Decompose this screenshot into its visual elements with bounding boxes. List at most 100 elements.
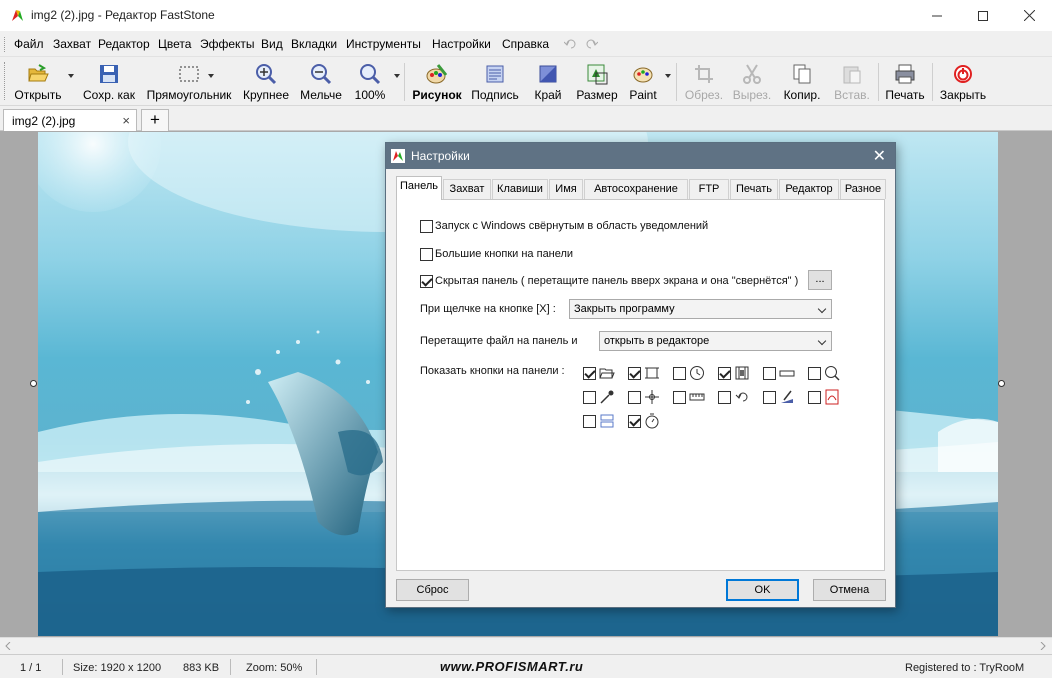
- hidden-panel-label: Скрытая панель ( перетащите панель вверх…: [435, 275, 799, 287]
- menu-effects[interactable]: Эффекты: [200, 37, 255, 51]
- print-button[interactable]: Печать: [882, 61, 928, 105]
- tab-hotkeys[interactable]: Клавиши: [492, 179, 548, 199]
- tab-img2-label: img2 (2).jpg: [12, 114, 76, 128]
- settings-dialog: Настройки ✕ Панель Захват Клавиши Имя Ав…: [385, 142, 896, 608]
- menu-help[interactable]: Справка: [502, 37, 549, 51]
- maximize-icon: [978, 10, 988, 21]
- show-draw-checkbox[interactable]: [763, 391, 776, 404]
- maximize-button[interactable]: [960, 0, 1006, 31]
- show-ruler-bar-checkbox[interactable]: [763, 367, 776, 380]
- ok-button[interactable]: OK: [726, 579, 799, 601]
- resize-handle-right[interactable]: [998, 380, 1005, 387]
- show-ruler-checkbox[interactable]: [673, 391, 686, 404]
- scroll-right-icon[interactable]: [1040, 642, 1046, 650]
- ruler-bar-icon: [779, 370, 795, 377]
- show-magnifier-checkbox[interactable]: [808, 367, 821, 380]
- zoom-in-button[interactable]: Крупнее: [240, 61, 292, 105]
- drag-file-select[interactable]: открыть в редакторе: [599, 331, 832, 351]
- cut-button[interactable]: Вырез.: [730, 61, 774, 105]
- dialog-title-bar[interactable]: Настройки ✕: [386, 143, 895, 169]
- show-crosshair-checkbox[interactable]: [628, 391, 641, 404]
- toolbar: Открыть Сохр. как Прямоугольник Крупнее …: [0, 57, 1052, 106]
- floppy-disk-icon: [100, 65, 118, 83]
- save-as-button[interactable]: Сохр. как: [80, 61, 138, 105]
- menu-editor[interactable]: Редактор: [98, 37, 150, 51]
- show-open-checkbox[interactable]: [583, 367, 596, 380]
- show-timer-checkbox[interactable]: [628, 415, 641, 428]
- tab-autosave[interactable]: Автосохранение: [584, 179, 688, 199]
- show-undo-checkbox[interactable]: [718, 391, 731, 404]
- status-registered: Registered to : TryRooM: [905, 662, 1025, 674]
- tab-editor[interactable]: Редактор: [779, 179, 839, 199]
- hidden-panel-more-button[interactable]: ...: [808, 270, 832, 290]
- tab-ftp[interactable]: FTP: [689, 179, 729, 199]
- status-separator: [230, 659, 231, 675]
- zoom-out-button[interactable]: Мельче: [296, 61, 346, 105]
- paint-button[interactable]: Paint: [624, 61, 662, 105]
- show-clock-checkbox[interactable]: [673, 367, 686, 380]
- tab-misc[interactable]: Разное: [840, 179, 886, 199]
- menu-colors[interactable]: Цвета: [158, 37, 191, 51]
- paint-dropdown-arrow[interactable]: [665, 74, 671, 78]
- tab-name[interactable]: Имя: [549, 179, 583, 199]
- tab-panel[interactable]: Панель: [396, 176, 442, 200]
- caption-button[interactable]: Подпись: [468, 61, 522, 105]
- paste-label: Встав.: [834, 88, 870, 102]
- tab-capture[interactable]: Захват: [443, 179, 491, 199]
- rectangle-dropdown-arrow[interactable]: [208, 74, 214, 78]
- draw-button[interactable]: Рисунок: [410, 61, 464, 105]
- show-pdf-checkbox[interactable]: [808, 391, 821, 404]
- menu-capture[interactable]: Захват: [53, 37, 91, 51]
- redo-icon[interactable]: [586, 39, 598, 49]
- rectangle-select-icon: [179, 66, 199, 82]
- close-button[interactable]: [1006, 0, 1052, 31]
- show-rect-capture-checkbox[interactable]: [628, 367, 641, 380]
- start-minimized-checkbox[interactable]: [420, 220, 433, 233]
- big-buttons-checkbox[interactable]: [420, 248, 433, 261]
- paste-icon: [843, 66, 861, 84]
- horizontal-scrollbar[interactable]: [0, 637, 1052, 654]
- on-x-click-label: При щелчке на кнопке [X] :: [420, 303, 556, 315]
- zoom-dropdown-arrow[interactable]: [394, 74, 400, 78]
- menu-settings[interactable]: Настройки: [432, 37, 491, 51]
- menu-file[interactable]: Файл: [14, 37, 44, 51]
- show-film-checkbox[interactable]: [718, 367, 731, 380]
- dialog-close-icon[interactable]: ✕: [873, 146, 886, 166]
- copy-button[interactable]: Копир.: [780, 61, 824, 105]
- resize-label: Размер: [576, 88, 618, 102]
- zoom-out-icon: [311, 64, 332, 85]
- rectangle-select-button[interactable]: Прямоугольник: [142, 61, 236, 105]
- resize-button[interactable]: Размер: [574, 61, 620, 105]
- show-color-picker-checkbox[interactable]: [583, 391, 596, 404]
- clock-icon: [690, 366, 704, 380]
- zoom-out-label: Мельче: [300, 88, 342, 102]
- color-picker-icon: [600, 390, 614, 404]
- minimize-button[interactable]: [914, 0, 960, 31]
- paste-button[interactable]: Встав.: [830, 61, 874, 105]
- add-tab-button[interactable]: +: [141, 109, 169, 131]
- scroll-left-icon[interactable]: [5, 642, 11, 650]
- window-title: img2 (2).jpg - Редактор FastStone: [31, 8, 215, 22]
- hidden-panel-checkbox[interactable]: [420, 275, 433, 288]
- edge-button[interactable]: Край: [528, 61, 568, 105]
- zoom-100-button[interactable]: 100%: [350, 61, 390, 105]
- crop-button[interactable]: Обрез.: [682, 61, 726, 105]
- show-layout-checkbox[interactable]: [583, 415, 596, 428]
- print-label: Печать: [885, 88, 925, 102]
- menu-view[interactable]: Вид: [261, 37, 283, 51]
- reset-button[interactable]: Сброс: [396, 579, 469, 601]
- on-x-click-select[interactable]: Закрыть программу: [569, 299, 832, 319]
- tab-close-icon[interactable]: ×: [122, 113, 130, 128]
- cancel-button[interactable]: Отмена: [813, 579, 886, 601]
- menu-tools[interactable]: Инструменты: [346, 37, 421, 51]
- tab-print[interactable]: Печать: [730, 179, 778, 199]
- close-app-button[interactable]: Закрыть: [936, 61, 990, 105]
- tab-img2[interactable]: img2 (2).jpg ×: [3, 109, 137, 131]
- rectangle-label: Прямоугольник: [146, 88, 232, 102]
- menu-tabs[interactable]: Вкладки: [291, 37, 337, 51]
- resize-handle-left[interactable]: [30, 380, 37, 387]
- open-button[interactable]: Открыть: [10, 61, 66, 105]
- open-dropdown-arrow[interactable]: [68, 74, 74, 78]
- zoom-100-label: 100%: [354, 88, 386, 102]
- undo-icon[interactable]: [564, 39, 576, 49]
